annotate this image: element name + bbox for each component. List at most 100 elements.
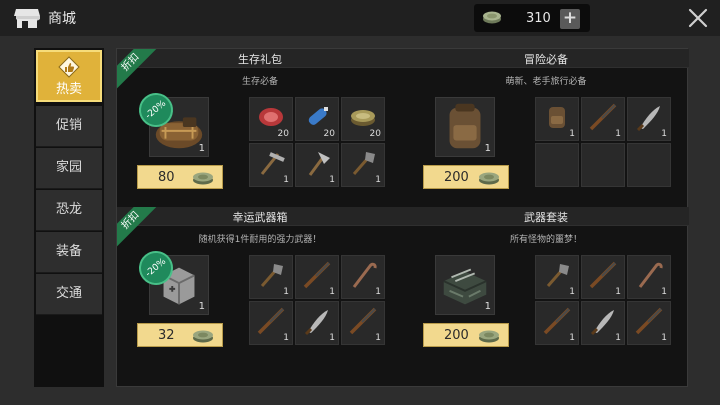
rifle-icon	[257, 307, 285, 335]
offer-title: 生存礼包	[238, 53, 282, 66]
main-item-slot[interactable]: 1	[435, 255, 495, 315]
main-item-slot[interactable]: 1	[435, 97, 495, 157]
item-slot[interactable]: 1	[341, 143, 385, 187]
item-quantity: 1	[329, 175, 335, 185]
item-quantity: 1	[615, 333, 621, 343]
item-slot[interactable]: 1	[627, 97, 671, 141]
machete-icon	[590, 310, 614, 336]
item-slot[interactable]: 1	[581, 97, 625, 141]
item-quantity: 1	[375, 333, 381, 343]
sidebar-item-hot[interactable]: 热卖	[36, 50, 102, 102]
item-quantity: 1	[484, 143, 491, 154]
rifle-icon	[589, 261, 617, 289]
offer-subtitle: 随机获得1件耐用的强力武器！	[198, 235, 322, 245]
price-value: 200	[444, 170, 469, 185]
top-bar: 商城	[0, 0, 720, 36]
thumbs-up-icon	[58, 56, 80, 78]
price-button[interactable]: 200	[423, 165, 509, 189]
item-quantity: 1	[569, 287, 575, 297]
item-quantity: 20	[277, 129, 289, 139]
bottle-cap-icon	[193, 172, 213, 185]
axe-icon	[308, 152, 330, 176]
item-slot[interactable]: 1	[249, 255, 293, 299]
item-slot[interactable]: 1	[341, 301, 385, 345]
item-slot[interactable]: 20	[249, 97, 293, 141]
coin-amount: 310	[526, 11, 551, 26]
item-slot[interactable]: 1	[627, 301, 671, 345]
offer-card-adventure: 冒险必备 萌新、老手旅行必备 1 200 1 1 1	[403, 49, 689, 206]
item-slot[interactable]: 1	[295, 255, 339, 299]
item-slot[interactable]: 1	[249, 143, 293, 187]
item-slot[interactable]: 1	[535, 255, 579, 299]
item-quantity: 20	[369, 129, 381, 139]
item-slot[interactable]: 1	[581, 301, 625, 345]
crowbar-icon	[638, 262, 663, 288]
item-slot[interactable]: 1	[341, 255, 385, 299]
currency-display: 310 +	[474, 4, 590, 32]
item-quantity: 1	[329, 287, 335, 297]
sidebar-item-equipment[interactable]: 装备	[36, 232, 102, 273]
item-quantity: 1	[661, 129, 667, 139]
item-quantity: 1	[661, 287, 667, 297]
item-quantity: 1	[283, 287, 289, 297]
item-quantity: 20	[323, 129, 335, 139]
bottle-cap-icon	[193, 330, 213, 343]
sidebar-item-transport[interactable]: 交通	[36, 274, 102, 315]
item-quantity: 1	[484, 301, 491, 312]
item-slot[interactable]: 1	[249, 301, 293, 345]
item-slot	[627, 143, 671, 187]
shovel-icon	[546, 264, 569, 287]
offer-title: 武器套装	[524, 211, 568, 224]
offers-area: 生存礼包 生存必备 折扣 1 -20% 80 20 20 20 1 1 1 冒险…	[116, 48, 689, 387]
bottle-cap-icon	[483, 11, 501, 24]
item-grid: 1 1 1 1 1 1	[249, 255, 385, 345]
item-grid: 20 20 20 1 1 1	[249, 97, 385, 187]
close-icon[interactable]	[688, 8, 708, 28]
item-slot[interactable]: 1	[581, 255, 625, 299]
offer-subtitle: 萌新、老手旅行必备	[505, 77, 587, 87]
sidebar-item-label: 热卖	[55, 82, 82, 97]
offer-title: 冒险必备	[524, 53, 568, 66]
backpack-icon	[549, 107, 565, 128]
bottle-cap-icon	[479, 172, 499, 185]
item-slot[interactable]: 1	[535, 301, 579, 345]
item-slot[interactable]: 1	[295, 301, 339, 345]
rifle-icon	[349, 307, 377, 335]
item-slot[interactable]: 1	[295, 143, 339, 187]
item-quantity: 1	[375, 287, 381, 297]
offer-card-survival: 生存礼包 生存必备 折扣 1 -20% 80 20 20 20 1 1 1	[117, 49, 403, 206]
item-slot[interactable]: 20	[341, 97, 385, 141]
sidebar-item-dinosaur[interactable]: 恐龙	[36, 190, 102, 231]
crowbar-icon	[352, 262, 377, 288]
item-slot[interactable]: 1	[627, 255, 671, 299]
item-slot	[535, 143, 579, 187]
item-quantity: 1	[569, 333, 575, 343]
offer-subtitle: 生存必备	[241, 77, 278, 87]
meat-icon	[259, 108, 283, 126]
price-button[interactable]: 200	[423, 323, 509, 347]
item-slot[interactable]: 20	[295, 97, 339, 141]
sidebar-item-promo[interactable]: 促销	[36, 106, 102, 147]
item-quantity: 1	[569, 129, 575, 139]
item-grid: 1 1 1 1 1 1	[535, 255, 671, 345]
price-value: 32	[158, 328, 175, 343]
offer-card-weapon-set: 武器套装 所有怪物的噩梦！ 1 200 1 1 1 1 1 1	[403, 207, 689, 364]
rifle-icon	[635, 307, 663, 335]
item-quantity: 1	[375, 175, 381, 185]
item-quantity: 1	[283, 333, 289, 343]
rifle-icon	[589, 103, 617, 131]
price-button[interactable]: 32	[137, 323, 223, 347]
machete-icon	[304, 310, 328, 336]
machete-icon	[636, 106, 660, 132]
sidebar-item-home[interactable]: 家园	[36, 148, 102, 189]
shovel-icon	[352, 152, 375, 175]
item-quantity: 1	[329, 333, 335, 343]
item-slot[interactable]: 1	[535, 97, 579, 141]
offer-subtitle: 所有怪物的噩梦！	[509, 235, 582, 245]
add-currency-button[interactable]: +	[560, 9, 580, 29]
rifle-icon	[543, 307, 571, 335]
water-bottle-icon	[308, 107, 328, 125]
price-button[interactable]: 80	[137, 165, 223, 189]
item-quantity: 1	[615, 129, 621, 139]
price-value: 200	[444, 328, 469, 343]
